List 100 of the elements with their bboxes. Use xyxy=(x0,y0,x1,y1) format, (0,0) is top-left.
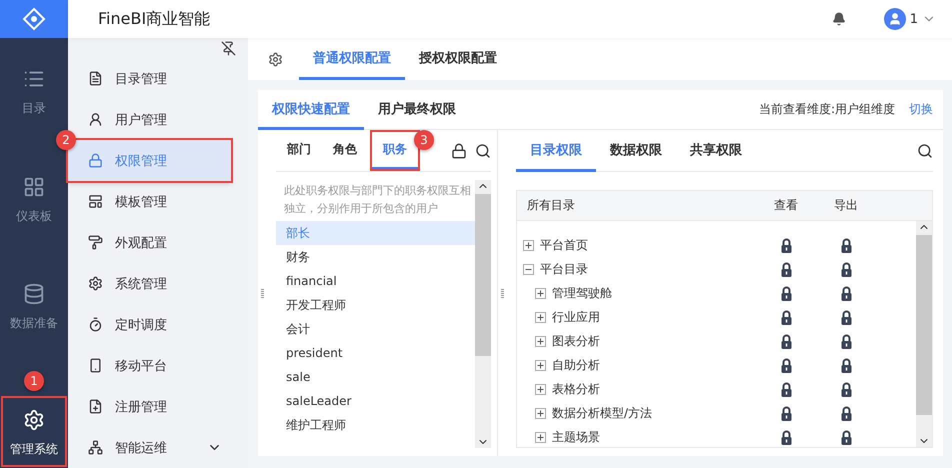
lock-icon[interactable] xyxy=(840,382,852,396)
switch-link[interactable]: 切换 xyxy=(909,101,933,118)
menu-item[interactable]: 移动平台 xyxy=(68,345,248,386)
timer-icon xyxy=(88,317,103,332)
tab[interactable]: 数据权限 xyxy=(596,130,676,172)
tree-item[interactable]: 平台目录 xyxy=(540,260,588,278)
lock-icon[interactable] xyxy=(780,310,792,324)
tab[interactable]: 职务 xyxy=(372,132,418,169)
settings-icon xyxy=(23,409,45,431)
tree-item[interactable]: 主题场景 xyxy=(552,428,600,446)
lock-icon[interactable] xyxy=(840,262,852,276)
tree-item[interactable]: 数据分析模型/方法 xyxy=(552,404,652,422)
unpin-icon[interactable] xyxy=(221,40,236,56)
network-icon xyxy=(88,440,103,455)
menu-item[interactable]: 智能运维 xyxy=(68,427,248,468)
menu-item[interactable]: 目录管理 xyxy=(68,58,248,99)
bell-icon[interactable] xyxy=(832,12,846,26)
list-item[interactable]: 会计 xyxy=(276,317,475,341)
settings-icon[interactable] xyxy=(268,52,283,66)
lock-icon[interactable] xyxy=(840,310,852,324)
search-icon[interactable] xyxy=(475,142,491,158)
tab[interactable]: 部门 xyxy=(276,130,322,171)
lock-icon[interactable] xyxy=(840,286,852,300)
document-plus-icon xyxy=(88,399,103,414)
tab[interactable]: 普通权限配置 xyxy=(299,38,405,80)
lock-icon[interactable] xyxy=(451,142,467,158)
menu-item[interactable]: 定时调度 xyxy=(68,304,248,345)
tree-item[interactable]: 平台首页 xyxy=(540,236,588,254)
tab[interactable]: 共享权限 xyxy=(676,130,756,172)
menu-item[interactable]: 模板管理 xyxy=(68,181,248,222)
list-item[interactable]: saleLeader xyxy=(276,389,475,413)
app-logo[interactable] xyxy=(0,0,68,38)
tree-item[interactable]: 管理驾驶舱 xyxy=(552,284,612,302)
expand-toggle[interactable] xyxy=(523,240,534,250)
scrollbar[interactable] xyxy=(475,180,491,448)
drag-handle-icon[interactable] xyxy=(500,288,504,298)
rail-item[interactable]: 仪表板 xyxy=(0,168,68,231)
app-title: FineBI商业智能 xyxy=(98,8,212,30)
expand-toggle[interactable] xyxy=(535,288,546,298)
column-header: 导出 xyxy=(833,197,859,214)
database-icon xyxy=(23,283,45,306)
dimension-label: 当前查看维度:用户组维度 xyxy=(758,101,895,118)
lock-icon[interactable] xyxy=(780,238,792,252)
rail-item[interactable]: 数据准备 xyxy=(0,275,68,338)
list-item[interactable]: 财务 xyxy=(276,245,475,269)
column-header: 查看 xyxy=(773,197,799,214)
lock-icon[interactable] xyxy=(780,334,792,348)
list-item[interactable]: financial xyxy=(276,269,475,293)
rail-item[interactable]: 管理系统 xyxy=(0,395,68,468)
tree-item[interactable]: 图表分析 xyxy=(552,332,600,350)
template-icon xyxy=(88,194,103,209)
document-icon xyxy=(88,71,103,86)
scrollbar[interactable] xyxy=(916,221,932,447)
expand-toggle[interactable] xyxy=(535,432,546,442)
tab[interactable]: 目录权限 xyxy=(516,130,596,172)
menu-item[interactable]: 外观配置 xyxy=(68,222,248,263)
lock-icon[interactable] xyxy=(840,334,852,348)
step-badge: 3 xyxy=(414,130,434,150)
lock-icon[interactable] xyxy=(780,358,792,372)
phone-icon xyxy=(88,358,103,373)
menu-item[interactable]: 注册管理 xyxy=(68,386,248,427)
list-item[interactable]: 维护工程师 xyxy=(276,413,475,437)
tree-item[interactable]: 自助分析 xyxy=(552,356,600,374)
expand-toggle[interactable] xyxy=(535,336,546,346)
list-item[interactable]: president xyxy=(276,341,475,365)
menu-item[interactable]: 系统管理 xyxy=(68,263,248,304)
drag-handle-icon[interactable] xyxy=(260,288,264,298)
column-header: 所有目录 xyxy=(526,197,576,214)
tree-item[interactable]: 表格分析 xyxy=(552,380,600,398)
expand-toggle[interactable] xyxy=(535,384,546,394)
lock-icon[interactable] xyxy=(780,286,792,300)
lock-icon[interactable] xyxy=(780,382,792,396)
tab[interactable]: 权限快速配置 xyxy=(258,90,364,130)
tree-item[interactable]: 行业应用 xyxy=(552,308,600,326)
lock-icon[interactable] xyxy=(840,406,852,420)
collapse-toggle[interactable] xyxy=(523,264,534,274)
expand-toggle[interactable] xyxy=(535,360,546,370)
avatar-icon[interactable] xyxy=(884,8,906,30)
tab[interactable]: 授权权限配置 xyxy=(405,38,511,80)
expand-toggle[interactable] xyxy=(535,312,546,322)
lock-icon[interactable] xyxy=(840,430,852,444)
paint-roller-icon xyxy=(88,235,103,250)
expand-toggle[interactable] xyxy=(535,408,546,418)
grid-icon xyxy=(23,176,45,198)
list-item[interactable]: sale xyxy=(276,365,475,389)
rail-item[interactable]: 目录 xyxy=(0,60,68,124)
user-icon xyxy=(88,112,103,127)
lock-icon[interactable] xyxy=(840,238,852,252)
lock-icon[interactable] xyxy=(840,358,852,372)
tab[interactable]: 角色 xyxy=(322,130,368,171)
user-name[interactable]: 1 xyxy=(910,12,918,26)
settings-icon xyxy=(88,276,103,291)
lock-icon[interactable] xyxy=(780,262,792,276)
lock-icon xyxy=(88,153,103,168)
lock-icon[interactable] xyxy=(780,430,792,444)
list-item[interactable]: 开发工程师 xyxy=(276,293,475,317)
tab[interactable]: 用户最终权限 xyxy=(364,90,470,130)
lock-icon[interactable] xyxy=(780,406,792,420)
search-icon[interactable] xyxy=(917,142,933,158)
step-badge: 1 xyxy=(24,371,44,391)
